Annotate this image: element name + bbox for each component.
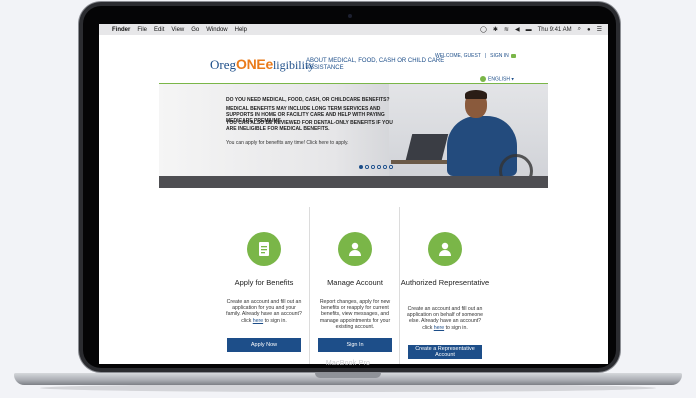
volume-icon[interactable]: ◀︎ [515, 26, 520, 33]
sign-in-here-link[interactable]: here [253, 318, 263, 324]
representative-user-icon [428, 232, 462, 266]
sign-in-button[interactable]: Sign In [318, 338, 392, 352]
carousel-dot-1[interactable] [359, 165, 363, 169]
card-title: Authorized Representative [400, 278, 490, 287]
stage: Finder File Edit View Go Window Help ◯ ✱… [0, 0, 696, 398]
user-icon [338, 232, 372, 266]
camera-icon [347, 14, 352, 18]
carousel-dots [359, 165, 393, 169]
welcome-text: WELCOME, GUEST [435, 53, 481, 59]
apply-now-button[interactable]: Apply Now [227, 338, 301, 352]
menubar-status: ◯ ✱ ≋ ◀︎ ▬ Thu 9:41 AM ⌕ ● ☰ [480, 26, 602, 33]
action-cards: Apply for Benefits Create an account and… [219, 207, 489, 364]
globe-icon [480, 76, 486, 82]
hero-dental-text: YOU CAN ALSO BE REVIEWED FOR DENTAL-ONLY… [226, 120, 393, 132]
device-label: MacBook Pro [325, 360, 371, 367]
bluetooth-icon[interactable]: ✱ [493, 26, 498, 33]
laptop-shadow [40, 384, 656, 392]
menu-file[interactable]: File [137, 27, 147, 33]
carousel-dot-2[interactable] [365, 165, 369, 169]
card-description: Create an account and fill out an applic… [406, 306, 484, 331]
spotlight-search-icon[interactable]: ⌕ [578, 26, 581, 33]
create-representative-account-button[interactable]: Create a Representative Account [408, 345, 482, 359]
carousel-dot-6[interactable] [389, 165, 393, 169]
carousel-dot-5[interactable] [383, 165, 387, 169]
hero-laptop-image [405, 134, 449, 160]
hero-carousel[interactable]: DO YOU NEED MEDICAL, FOOD, CASH, OR CHIL… [159, 84, 548, 188]
apply-document-icon [247, 232, 281, 266]
logo-oreg: Oreg [210, 57, 236, 72]
separator: | [484, 53, 487, 59]
card-desc-text-end: to sign in. [444, 324, 468, 331]
carousel-dot-4[interactable] [377, 165, 381, 169]
card-description: Report changes, apply for new benefits o… [319, 299, 391, 330]
card-title: Manage Account [327, 278, 383, 287]
menu-finder[interactable]: Finder [112, 27, 130, 33]
site-tagline: ABOUT MEDICAL, FOOD, CASH OR CHILD CARE … [306, 58, 445, 71]
clock[interactable]: Thu 9:41 AM [538, 27, 572, 33]
sign-in-icon [510, 53, 516, 58]
screen: Finder File Edit View Go Window Help ◯ ✱… [99, 24, 608, 364]
card-apply-for-benefits: Apply for Benefits Create an account and… [219, 207, 309, 364]
chevron-down-icon: ▾ [511, 76, 514, 83]
laptop-lid: Finder File Edit View Go Window Help ◯ ✱… [79, 2, 620, 372]
card-title: Apply for Benefits [234, 278, 294, 287]
hero-person-hair [465, 90, 487, 99]
siri-icon[interactable]: ● [587, 27, 591, 33]
wifi-icon[interactable]: ≋ [504, 26, 509, 33]
menu-help[interactable]: Help [235, 27, 247, 33]
welcome-bar: WELCOME, GUEST | SIGN IN [435, 53, 516, 59]
menu-go[interactable]: Go [191, 27, 199, 33]
oregon-eligibility-logo[interactable]: OregONEeligibility [210, 56, 314, 73]
logo-e: e [265, 56, 273, 72]
mac-menubar: Finder File Edit View Go Window Help ◯ ✱… [99, 24, 608, 35]
hero-heading: DO YOU NEED MEDICAL, FOOD, CASH, OR CHIL… [226, 97, 390, 103]
site-header: OregONEeligibility ABOUT MEDICAL, FOOD, … [99, 35, 608, 83]
carousel-dot-3[interactable] [371, 165, 375, 169]
menu-edit[interactable]: Edit [154, 27, 164, 33]
battery-icon[interactable]: ▬ [526, 27, 532, 33]
menu-window[interactable]: Window [206, 27, 227, 33]
laptop-bezel: Finder File Edit View Go Window Help ◯ ✱… [83, 6, 616, 368]
menu-view[interactable]: View [171, 27, 184, 33]
card-authorized-representative: Authorized Representative Create an acco… [399, 207, 489, 364]
logo-one: ONE [236, 56, 266, 72]
card-manage-account: Manage Account Report changes, apply for… [309, 207, 399, 364]
notification-center-icon[interactable]: ☰ [597, 26, 602, 33]
hero-floor [159, 176, 548, 188]
laptop-base-notch [315, 373, 381, 378]
hero-apply-link[interactable]: You can apply for benefits any time! Cli… [226, 140, 349, 146]
language-selector[interactable]: ENGLISH ▾ [480, 76, 514, 82]
sign-in-link[interactable]: SIGN IN [490, 53, 509, 59]
airplay-icon[interactable]: ◯ [480, 26, 487, 33]
card-description: Create an account and fill out an applic… [225, 299, 303, 324]
language-label: ENGLISH [488, 76, 510, 83]
card-desc-text-end: to sign in. [263, 317, 287, 324]
sign-in-here-link[interactable]: here [434, 325, 444, 331]
